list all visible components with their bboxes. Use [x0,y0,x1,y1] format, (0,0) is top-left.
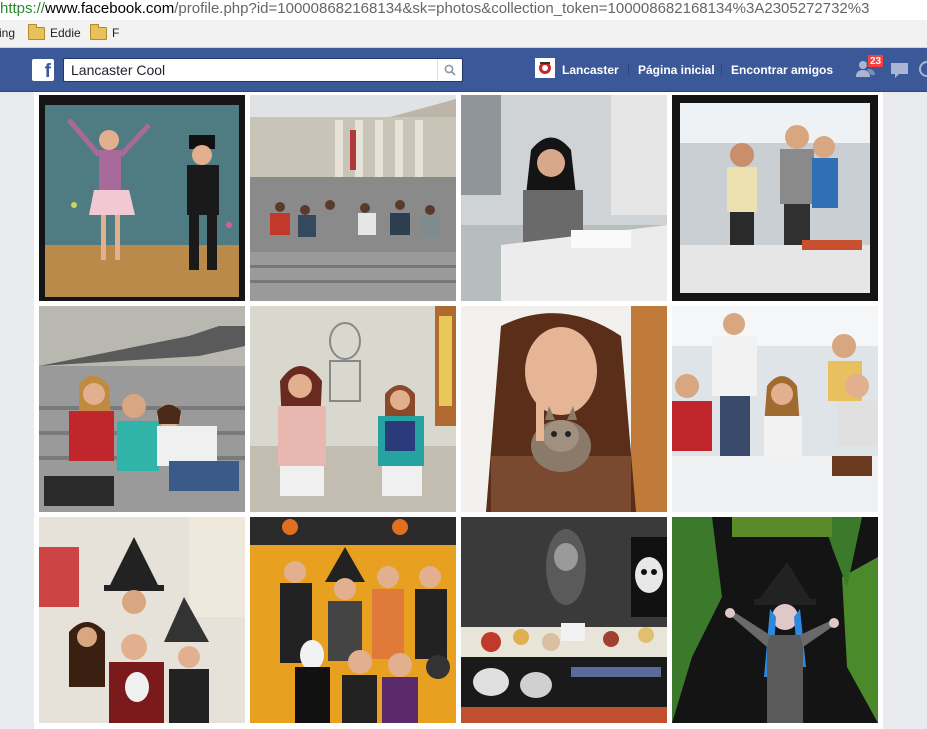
photo-group-at-table[interactable] [672,306,878,512]
url-path: /profile.php?id=100008682168134&sk=photo… [174,0,870,17]
search-icon [444,64,456,76]
bookmark-partial-label: ing [0,26,16,40]
facebook-logo-icon[interactable]: f [32,59,54,81]
photo-dancing-kids[interactable] [39,95,245,301]
photo-image [250,306,456,512]
photo-image [461,95,667,301]
notifications-button[interactable] [915,56,927,82]
nav-profile-link[interactable]: Lancaster [562,61,619,79]
photo-image [461,306,667,512]
bookmark-label: Eddie [50,26,81,40]
photo-image [39,306,245,512]
search-button[interactable] [437,59,462,81]
photo-image [672,95,878,301]
photo-image [461,517,667,723]
bookmark-partial[interactable]: ing [0,25,15,42]
photo-halloween-food-table[interactable] [461,517,667,723]
nav-divider [721,64,722,76]
photo-image [39,95,245,301]
folder-icon [90,24,107,40]
photo-girl-writing[interactable] [461,95,667,301]
globe-icon [919,61,927,77]
bookmark-label: F [112,26,120,40]
friend-requests-badge: 23 [867,54,884,68]
bookmark-folder-eddie[interactable]: Eddie [28,24,81,42]
photo-classroom-boys[interactable] [672,95,878,301]
photo-halloween-witches[interactable] [39,517,245,723]
search-input[interactable] [64,59,436,81]
nav-divider [628,64,629,76]
photo-halloween-witch-costume[interactable] [672,517,878,723]
bookmarks-bar: ing Eddie F [0,20,927,48]
nav-find-friends-link[interactable]: Encontrar amigos [731,61,833,79]
photos-panel [34,92,883,729]
photo-museum-steps[interactable] [250,95,456,301]
photo-image [672,306,878,512]
messages-button[interactable] [888,56,912,82]
photo-girl-with-kitten[interactable] [461,306,667,512]
photo-image [250,95,456,301]
photo-image [672,517,878,723]
avatar-image [536,59,554,77]
photo-girls-on-stairs[interactable] [39,306,245,512]
profile-avatar[interactable] [535,58,555,78]
facebook-top-bar: f Lancaster Página inicial Encontrar ami… [0,48,927,92]
photo-halloween-group[interactable] [250,517,456,723]
address-bar[interactable]: https://www.facebook.com/profile.php?id=… [0,0,927,20]
photo-image [250,517,456,723]
url-host: www.facebook.com [45,0,175,17]
photo-two-girls-wall[interactable] [250,306,456,512]
search-box [63,58,463,82]
messages-icon [891,63,908,78]
folder-icon [28,24,45,40]
nav-home-link[interactable]: Página inicial [638,61,715,79]
url-scheme: https:// [0,0,46,17]
bookmark-folder-f[interactable]: F [90,24,120,42]
photo-image [39,517,245,723]
